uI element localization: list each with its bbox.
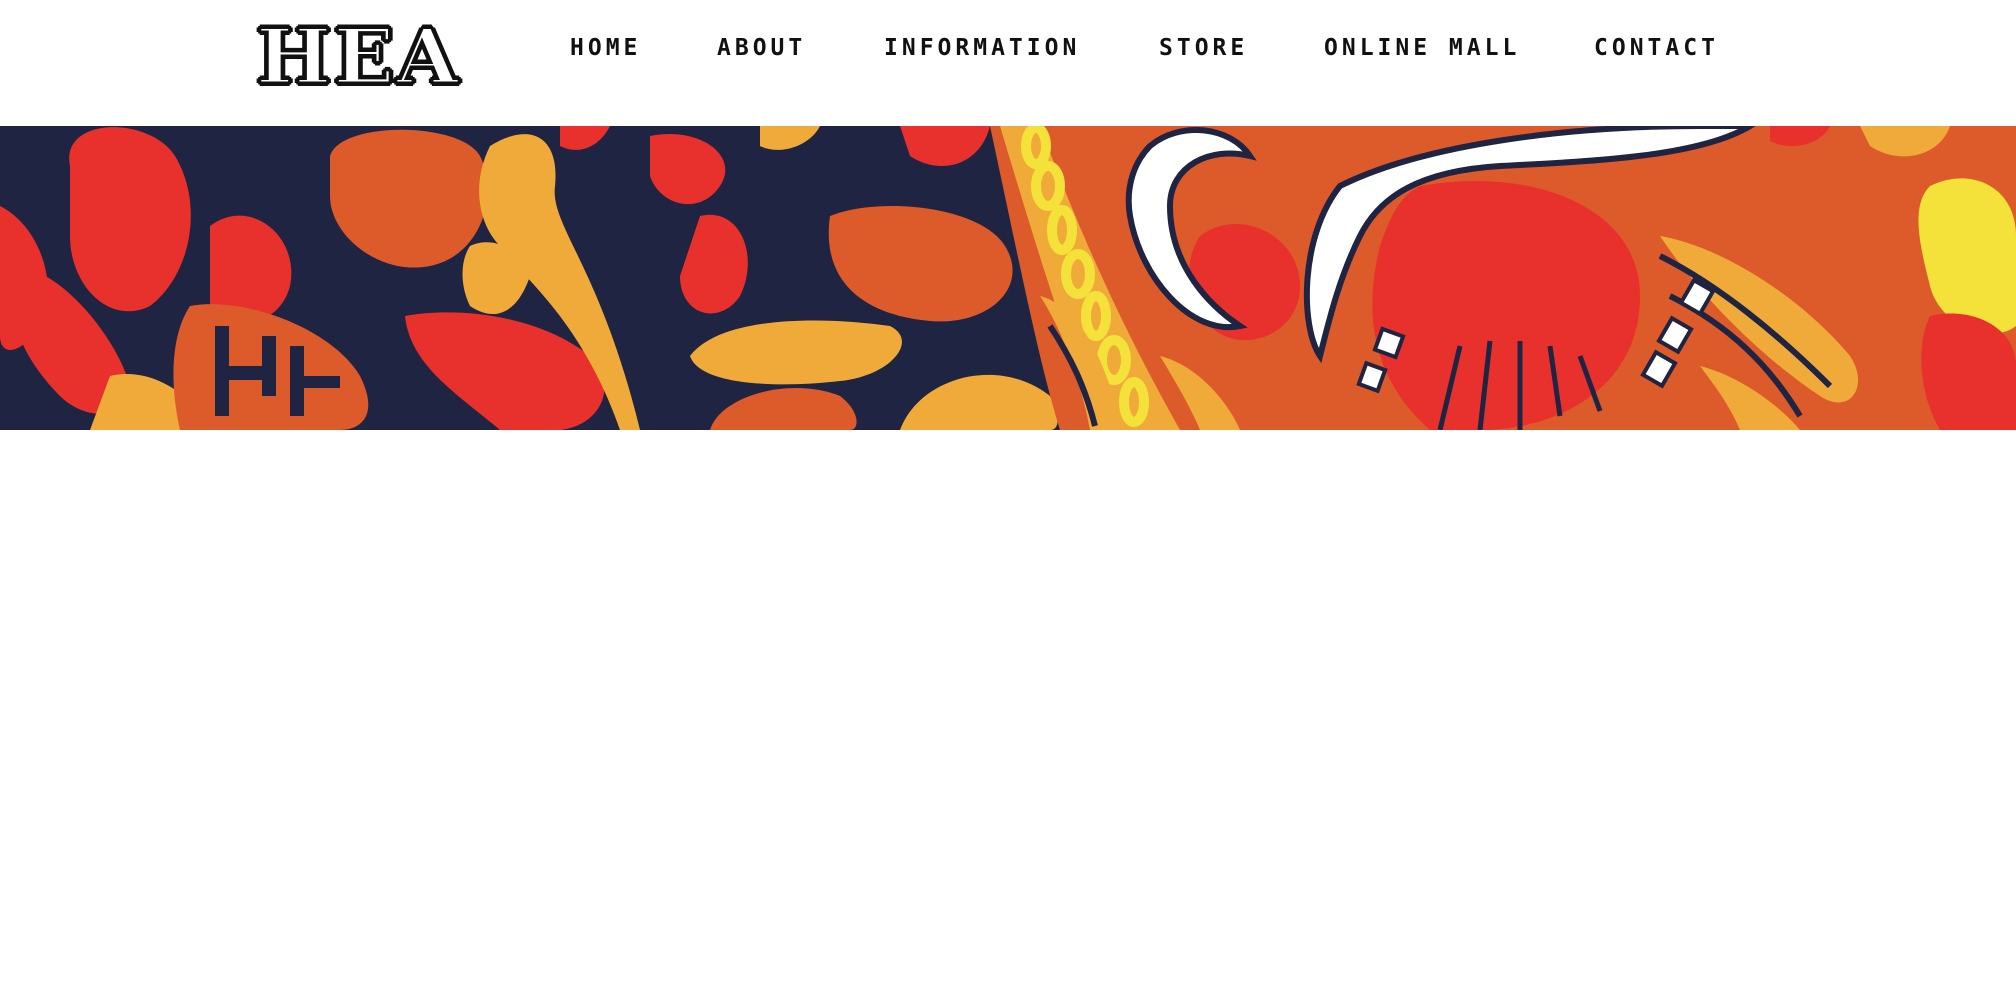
page-content-area	[0, 430, 2016, 1008]
nav-item-online-mall[interactable]: ONLINE MALL	[1324, 30, 1520, 66]
nav-item-about[interactable]: ABOUT	[717, 30, 806, 66]
nav-item-home[interactable]: HOME	[570, 30, 641, 66]
nav-item-store[interactable]: STORE	[1159, 30, 1248, 66]
nav-item-information[interactable]: INFORMATION	[884, 30, 1080, 66]
banner-illustration	[0, 126, 2016, 430]
nav-item-contact[interactable]: CONTACT	[1594, 30, 1719, 66]
site-header: HEA HOME ABOUT INFORMATION STORE ONLINE …	[0, 0, 2016, 126]
main-nav: HOME ABOUT INFORMATION STORE ONLINE MALL…	[0, 30, 2016, 66]
hero-banner-image	[0, 126, 2016, 430]
